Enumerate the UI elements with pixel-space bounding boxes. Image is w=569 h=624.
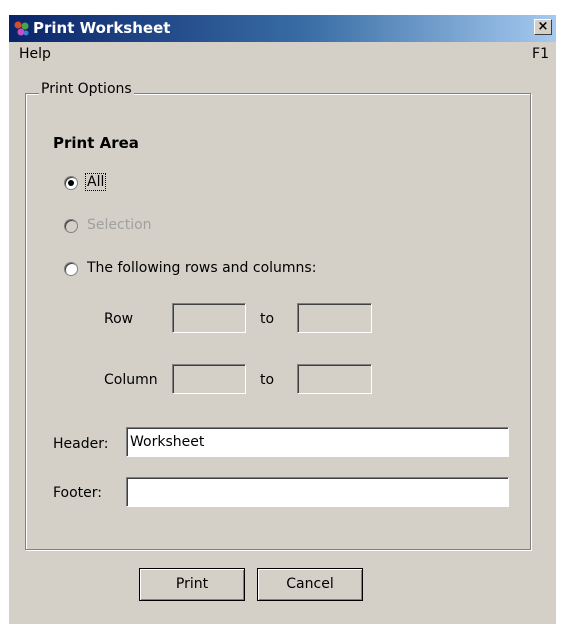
print-button[interactable]: Print [139, 568, 245, 601]
column-label: Column [104, 372, 158, 388]
window-title: Print Worksheet [33, 19, 171, 37]
radio-selection[interactable] [64, 219, 78, 233]
row-to-label: to [260, 311, 275, 327]
close-icon: × [537, 19, 549, 34]
footer-input[interactable] [126, 477, 509, 507]
header-input[interactable]: Worksheet [126, 427, 509, 457]
title-bar[interactable]: Print Worksheet × [9, 15, 556, 42]
column-to-field[interactable] [297, 364, 372, 394]
radio-selection-label[interactable]: Selection [87, 217, 152, 233]
radio-rows-columns[interactable] [64, 262, 78, 276]
print-options-label: Print Options [39, 81, 134, 97]
cancel-button[interactable]: Cancel [257, 568, 363, 601]
close-button[interactable]: × [534, 19, 552, 35]
menu-help[interactable]: Help [19, 46, 51, 62]
footer-label: Footer: [53, 485, 103, 501]
row-label: Row [104, 311, 134, 327]
row-to-field[interactable] [297, 303, 372, 333]
help-shortcut: F1 [532, 46, 549, 62]
row-from-field[interactable] [172, 303, 246, 333]
radio-all[interactable] [64, 176, 78, 190]
column-from-field[interactable] [172, 364, 246, 394]
menu-bar: Help F1 [9, 42, 556, 66]
radio-all-label[interactable]: All [85, 173, 107, 191]
radio-rows-columns-label[interactable]: The following rows and columns: [87, 260, 316, 276]
print-worksheet-dialog: Print Worksheet × Help F1 Print Options … [9, 15, 556, 624]
app-icon [14, 21, 29, 36]
header-label: Header: [53, 436, 109, 452]
column-to-label: to [260, 372, 275, 388]
print-area-heading: Print Area [53, 134, 139, 152]
